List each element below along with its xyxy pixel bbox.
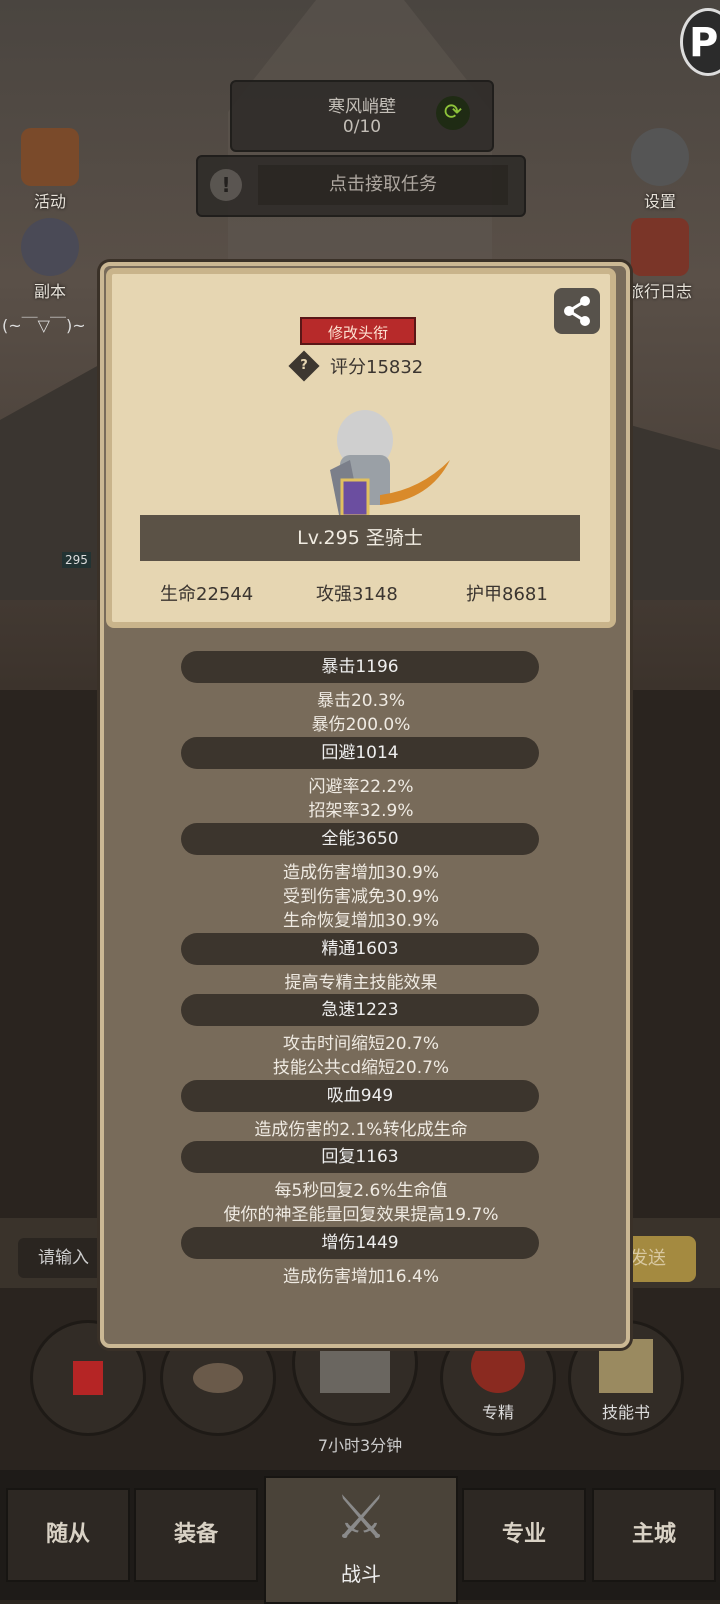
crossed-swords-icon: ⚔ [334, 1483, 388, 1553]
stat-line: 提高专精主技能效果 [284, 973, 438, 993]
task-bar[interactable]: ! 点击接取任务 [196, 155, 526, 217]
gear-icon [631, 128, 689, 186]
attack-stat: 攻强3148 [316, 584, 398, 605]
armor-stat: 护甲8681 [466, 584, 548, 605]
level-badge: 295 [62, 552, 91, 568]
paladin-character-image [330, 410, 450, 520]
score-text: 评分15832 [330, 357, 424, 378]
help-icon[interactable]: ? [288, 350, 320, 382]
stat-line: 造成伤害增加16.4% [282, 1267, 439, 1287]
stat-line: 招架率32.9% [308, 801, 414, 821]
journal-label: 旅行日志 [627, 282, 692, 301]
tab-profession[interactable]: 专业 [462, 1488, 586, 1582]
specialization-label: 专精 [481, 1403, 514, 1422]
stat-header: 吸血949 [181, 1080, 539, 1112]
stat-line: 暴伤200.0% [311, 715, 411, 735]
stat-line: 使你的神圣能量回复效果提高19.7% [223, 1205, 499, 1225]
stat-header: 全能3650 [181, 823, 539, 855]
dungeon-label: 副本 [33, 282, 66, 301]
hp-stat: 生命22544 [160, 584, 254, 605]
stat-header: 回避1014 [181, 737, 539, 769]
stat-line: 闪避率22.2% [308, 777, 414, 797]
tab-battle[interactable]: ⚔ 战斗 [264, 1476, 458, 1604]
stat-header: 精通1603 [181, 933, 539, 965]
stat-line: 技能公共cd缩短20.7% [272, 1058, 450, 1078]
potion-icon [73, 1361, 103, 1395]
tab-follower[interactable]: 随从 [6, 1488, 130, 1582]
bread-icon [193, 1363, 243, 1393]
refresh-icon[interactable]: ⟳ [436, 96, 470, 130]
dungeon-button[interactable]: 副本 [10, 218, 90, 302]
activity-button[interactable]: 活动 [10, 128, 90, 212]
stat-header: 急速1223 [181, 994, 539, 1026]
share-button[interactable] [554, 288, 600, 334]
edit-title-button[interactable]: 修改头衔 [300, 317, 416, 345]
settings-label: 设置 [643, 192, 676, 211]
activity-icon [21, 128, 79, 186]
stat-line: 暴击20.3% [316, 691, 405, 711]
exclamation-icon: ! [210, 169, 242, 201]
settings-button[interactable]: 设置 [620, 128, 700, 212]
tab-city[interactable]: 主城 [592, 1488, 716, 1582]
level-class-bar: Lv.295 圣骑士 [140, 515, 580, 561]
stat-header: 回复1163 [181, 1141, 539, 1173]
dungeon-icon [21, 218, 79, 276]
skillbook-label: 技能书 [601, 1403, 650, 1422]
tab-equipment[interactable]: 装备 [134, 1488, 258, 1582]
stat-line: 攻击时间缩短20.7% [282, 1034, 439, 1054]
stat-header: 增伤1449 [181, 1227, 539, 1259]
task-label: 点击接取任务 [258, 165, 508, 205]
activity-label: 活动 [33, 192, 66, 211]
stat-line: 受到伤害减免30.9% [282, 887, 439, 907]
stat-header: 暴击1196 [181, 651, 539, 683]
kaomoji-text: (~￣▽￣)~ [2, 316, 86, 335]
stat-line: 造成伤害的2.1%转化成生命 [254, 1120, 468, 1140]
chest-timer: 7小时3分钟 [317, 1436, 403, 1455]
stat-line: 每5秒回复2.6%生命值 [274, 1181, 448, 1201]
share-icon [564, 296, 590, 326]
journal-icon [631, 218, 689, 276]
stat-line: 造成伤害增加30.9% [282, 863, 439, 883]
stat-line: 生命恢复增加30.9% [282, 911, 439, 931]
tab-battle-label: 战斗 [341, 1562, 381, 1586]
